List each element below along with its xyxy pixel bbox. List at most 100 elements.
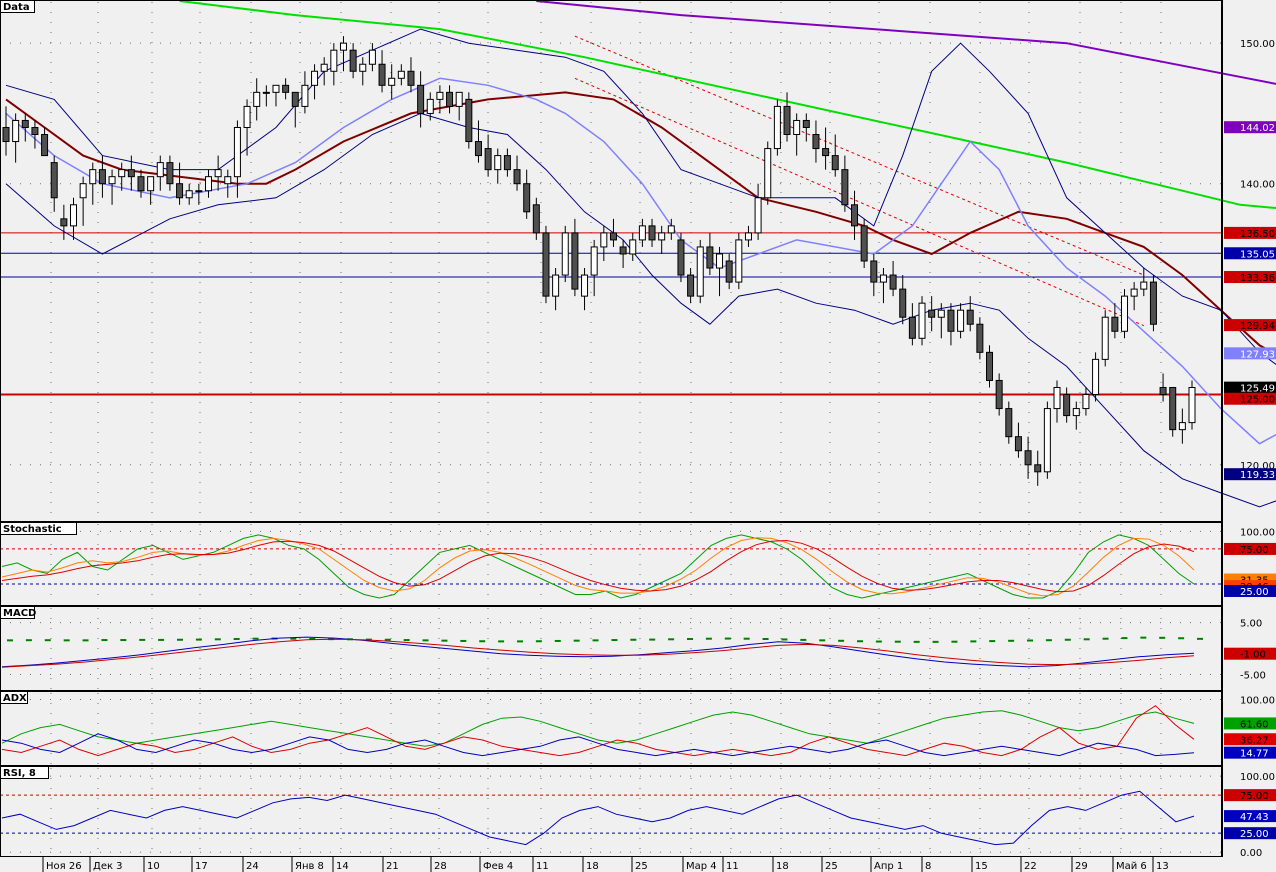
candle[interactable]	[50, 162, 58, 199]
candle[interactable]	[928, 309, 936, 318]
candle[interactable]	[60, 218, 68, 227]
candle[interactable]	[619, 246, 627, 255]
candle[interactable]	[937, 309, 945, 318]
candle[interactable]	[1005, 408, 1013, 438]
candle[interactable]	[484, 148, 492, 171]
candle[interactable]	[677, 239, 685, 276]
candle[interactable]	[185, 190, 193, 199]
candle[interactable]	[571, 232, 579, 290]
candle[interactable]	[446, 91, 454, 107]
candle[interactable]	[262, 91, 270, 94]
candle[interactable]	[349, 49, 357, 72]
candle[interactable]	[1101, 316, 1109, 360]
candle[interactable]	[291, 91, 299, 107]
candle[interactable]	[1072, 408, 1080, 417]
candle[interactable]	[1149, 281, 1157, 325]
candle[interactable]	[918, 302, 926, 339]
candle[interactable]	[272, 84, 280, 93]
candle[interactable]	[667, 225, 675, 234]
candle[interactable]	[658, 232, 666, 241]
candle[interactable]	[118, 169, 126, 178]
candle[interactable]	[378, 63, 386, 86]
candle[interactable]	[947, 309, 955, 332]
candle[interactable]	[986, 351, 994, 381]
candle[interactable]	[1014, 436, 1022, 452]
candle[interactable]	[339, 42, 347, 51]
candle[interactable]	[243, 105, 251, 128]
candle[interactable]	[995, 379, 1003, 410]
candle[interactable]	[137, 176, 145, 192]
candle[interactable]	[764, 148, 772, 199]
candle[interactable]	[590, 246, 598, 276]
candle[interactable]	[1043, 408, 1051, 473]
candle[interactable]	[1121, 295, 1129, 332]
candle[interactable]	[976, 323, 984, 353]
candle[interactable]	[1111, 316, 1119, 332]
candle[interactable]	[851, 204, 859, 227]
candle[interactable]	[388, 77, 396, 86]
candle[interactable]	[436, 91, 444, 100]
candle[interactable]	[21, 119, 29, 128]
candle[interactable]	[69, 204, 77, 227]
candle[interactable]	[1024, 450, 1032, 466]
candle[interactable]	[147, 176, 155, 192]
candle[interactable]	[12, 119, 20, 143]
candle[interactable]	[648, 225, 656, 241]
candle[interactable]	[687, 274, 695, 297]
candle[interactable]	[204, 176, 212, 192]
candle[interactable]	[359, 63, 367, 72]
candle[interactable]	[552, 274, 560, 297]
candle[interactable]	[725, 260, 733, 283]
candle[interactable]	[233, 126, 241, 178]
candle[interactable]	[793, 119, 801, 136]
candle[interactable]	[253, 91, 261, 107]
candle[interactable]	[957, 309, 965, 332]
candle[interactable]	[166, 162, 174, 185]
candle[interactable]	[889, 274, 897, 290]
candle[interactable]	[368, 49, 376, 65]
candle[interactable]	[176, 183, 184, 199]
candle[interactable]	[330, 49, 338, 72]
candle[interactable]	[802, 119, 810, 128]
candle[interactable]	[41, 134, 49, 157]
candle[interactable]	[831, 155, 839, 171]
candle[interactable]	[417, 84, 425, 114]
candle[interactable]	[31, 126, 39, 136]
candle[interactable]	[426, 98, 434, 114]
candle[interactable]	[1034, 464, 1042, 473]
candle[interactable]	[841, 169, 849, 206]
candle[interactable]	[214, 169, 222, 178]
candle[interactable]	[1169, 386, 1177, 431]
trading-chart[interactable]: 150.00140.00120.00144.02136.50135.05133.…	[0, 0, 1276, 872]
candle[interactable]	[860, 225, 868, 262]
candle[interactable]	[407, 70, 415, 86]
candle[interactable]	[503, 155, 511, 171]
candle[interactable]	[1130, 288, 1138, 297]
candle[interactable]	[282, 84, 290, 93]
candle[interactable]	[1082, 394, 1090, 410]
candle[interactable]	[513, 169, 521, 185]
candle[interactable]	[301, 84, 309, 107]
candle[interactable]	[494, 155, 502, 171]
candle[interactable]	[311, 70, 319, 86]
candle[interactable]	[542, 232, 550, 297]
candle[interactable]	[581, 274, 589, 297]
candle[interactable]	[609, 232, 617, 241]
candle[interactable]	[773, 105, 781, 150]
candle[interactable]	[127, 169, 135, 178]
candle[interactable]	[455, 91, 463, 107]
candle[interactable]	[812, 134, 820, 150]
candle[interactable]	[98, 169, 106, 185]
candle[interactable]	[638, 225, 646, 241]
candle[interactable]	[465, 98, 473, 143]
candle[interactable]	[79, 183, 87, 199]
candle[interactable]	[224, 176, 232, 185]
candle[interactable]	[1092, 358, 1100, 396]
candle[interactable]	[2, 126, 10, 143]
candle[interactable]	[1159, 386, 1167, 396]
candle[interactable]	[879, 274, 887, 283]
candle[interactable]	[320, 63, 328, 72]
candle[interactable]	[696, 246, 704, 297]
candle[interactable]	[706, 246, 714, 269]
candle[interactable]	[1053, 386, 1061, 410]
